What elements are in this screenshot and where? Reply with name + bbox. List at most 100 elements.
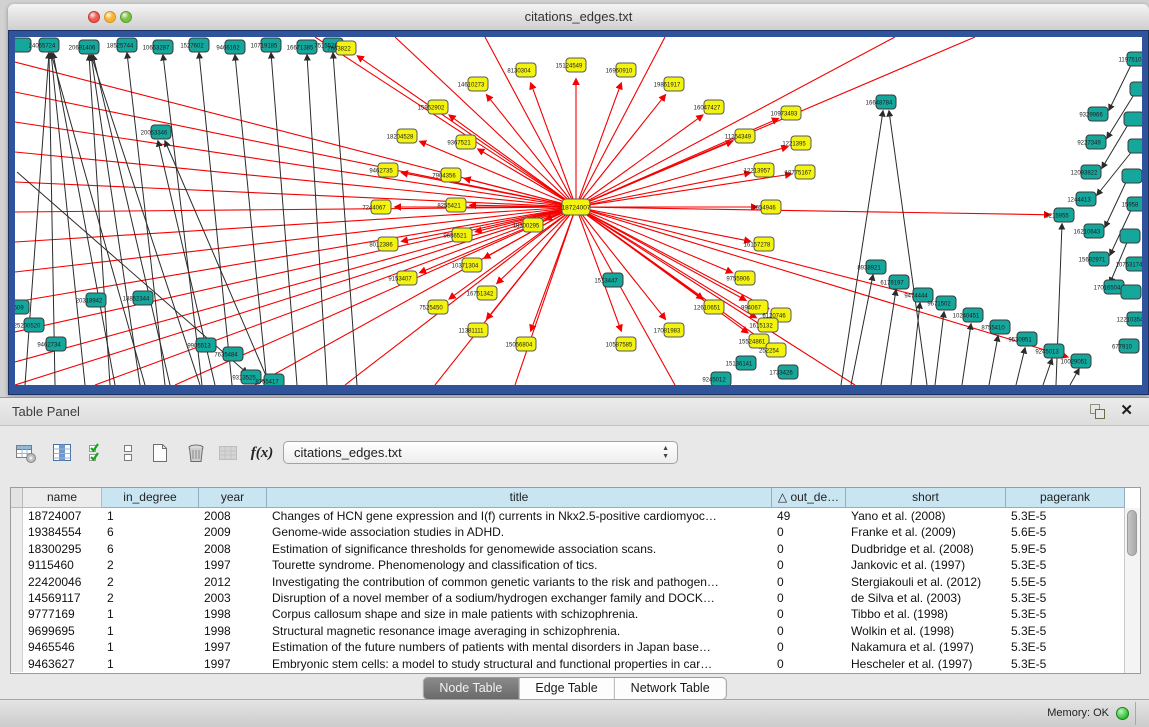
float-panel-icon[interactable] bbox=[1090, 404, 1105, 419]
graph-node[interactable] bbox=[1121, 285, 1141, 299]
import-table-icon[interactable] bbox=[214, 439, 242, 467]
table-row[interactable]: 1830029562008Estimation of significance … bbox=[11, 541, 1125, 557]
graph-node[interactable] bbox=[1122, 169, 1142, 183]
node-label: 18525744 bbox=[107, 43, 134, 49]
table-cell: 5.3E-5 bbox=[1006, 508, 1125, 524]
node-label: 10587585 bbox=[606, 342, 633, 348]
node-table: name in_degree year title △ out_de… shor… bbox=[10, 487, 1141, 674]
table-row[interactable]: 946554611997Estimation of the future num… bbox=[11, 639, 1125, 655]
table-settings-icon[interactable] bbox=[12, 439, 40, 467]
table-cell: 0 bbox=[772, 656, 846, 672]
table-cell: 1 bbox=[102, 508, 199, 524]
node-label: 10973493 bbox=[771, 111, 798, 117]
table-cell: 2 bbox=[102, 590, 199, 606]
node-label: 9153407 bbox=[388, 276, 412, 282]
node-label: 15692971 bbox=[1079, 257, 1106, 263]
node-label: 17016504 bbox=[1094, 285, 1121, 291]
table-cell: 9463627 bbox=[23, 656, 102, 672]
table-cell: 1997 bbox=[199, 639, 267, 655]
node-label: 17081983 bbox=[654, 328, 681, 334]
node-label: 10753174 bbox=[1116, 262, 1142, 268]
scrollbar-thumb[interactable] bbox=[1127, 510, 1137, 556]
node-label: 9329966 bbox=[1079, 112, 1103, 118]
table-scrollbar[interactable] bbox=[1124, 508, 1140, 673]
column-header-name[interactable]: name bbox=[23, 488, 102, 508]
table-row[interactable]: 1872400712008Changes of HCN gene express… bbox=[11, 508, 1125, 524]
sort-ascending-icon: △ bbox=[778, 490, 787, 504]
network-canvas[interactable]: 2405572420691406185257441065328715276029… bbox=[15, 37, 1142, 385]
table-cell: 2012 bbox=[199, 574, 267, 590]
node-label: 1513447 bbox=[594, 278, 618, 284]
table-cell: Investigating the contribution of common… bbox=[267, 574, 772, 590]
column-header-short[interactable]: short bbox=[846, 488, 1006, 508]
clear-selection-icon[interactable] bbox=[114, 439, 142, 467]
new-table-icon[interactable] bbox=[146, 439, 174, 467]
graph-node[interactable] bbox=[1130, 82, 1142, 96]
tab-edge-table[interactable]: Edge Table bbox=[518, 678, 613, 699]
row-strip bbox=[11, 656, 23, 672]
column-header-title[interactable]: title bbox=[267, 488, 772, 508]
table-cell: 1 bbox=[102, 606, 199, 622]
close-panel-icon[interactable]: ✕ bbox=[1120, 402, 1133, 420]
table-cell: Jankovic et al. (1997) bbox=[846, 557, 1006, 573]
node-label: 1615132 bbox=[749, 323, 773, 329]
row-header-strip bbox=[11, 488, 23, 508]
node-label: 9245013 bbox=[1035, 349, 1059, 355]
node-label: 12213957 bbox=[744, 168, 771, 174]
window-titlebar[interactable]: citations_edges.txt bbox=[8, 4, 1149, 31]
table-cell: 2008 bbox=[199, 541, 267, 557]
table-header-row: name in_degree year title △ out_de… shor… bbox=[11, 488, 1140, 508]
table-cell: 0 bbox=[772, 606, 846, 622]
table-row[interactable]: 977716911998Corpus callosum shape and si… bbox=[11, 606, 1125, 622]
table-row[interactable]: 969969511998Structural magnetic resonanc… bbox=[11, 623, 1125, 639]
table-cell: 1 bbox=[102, 656, 199, 672]
table-cell: Hescheler et al. (1997) bbox=[846, 656, 1006, 672]
node-label: 6179197 bbox=[880, 280, 904, 286]
table-cell: Genome-wide association studies in ADHD. bbox=[267, 524, 772, 540]
node-label: 10240451 bbox=[953, 313, 980, 319]
node-label: 18204528 bbox=[387, 134, 414, 140]
row-strip bbox=[11, 623, 23, 639]
table-panel: Table Panel ✕ f(x) citations_edges.txt bbox=[0, 397, 1149, 727]
table-row[interactable]: 2242004622012Investigating the contribut… bbox=[11, 574, 1125, 590]
table-cell: 2003 bbox=[199, 590, 267, 606]
node-label: 20053346 bbox=[141, 130, 168, 136]
graph-node[interactable] bbox=[1124, 112, 1142, 126]
node-label: 9245012 bbox=[702, 377, 726, 383]
show-columns-icon[interactable] bbox=[48, 439, 76, 467]
table-cell: 0 bbox=[772, 574, 846, 590]
table-type-tabs: Node Table Edge Table Network Table bbox=[422, 677, 726, 700]
table-cell: Tourette syndrome. Phenomenology and cla… bbox=[267, 557, 772, 573]
node-label: 9462734 bbox=[37, 342, 61, 348]
column-header-pagerank[interactable]: pagerank bbox=[1006, 488, 1125, 508]
table-row[interactable]: 1938455462009Genome-wide association stu… bbox=[11, 524, 1125, 540]
node-label: 15524861 bbox=[739, 339, 766, 345]
table-cell: de Silva et al. (2003) bbox=[846, 590, 1006, 606]
select-all-icon[interactable] bbox=[84, 439, 112, 467]
column-header-out-degree[interactable]: △ out_de… bbox=[772, 488, 846, 508]
node-label: 8012386 bbox=[369, 242, 393, 248]
column-header-year[interactable]: year bbox=[199, 488, 267, 508]
table-cell: Tibbo et al. (1998) bbox=[846, 606, 1006, 622]
graph-node[interactable] bbox=[1128, 139, 1142, 153]
network-view-frame: 2405572420691406185257441065328715276029… bbox=[8, 30, 1149, 395]
function-builder-icon[interactable]: f(x) bbox=[248, 439, 276, 467]
node-label: 12093822 bbox=[1071, 170, 1098, 176]
tab-network-table[interactable]: Network Table bbox=[614, 678, 726, 699]
node-label: 9905513 bbox=[187, 343, 211, 349]
table-cell: 1 bbox=[102, 639, 199, 655]
table-selector-dropdown[interactable]: citations_edges.txt ▲▼ bbox=[283, 441, 678, 464]
column-header-in-degree[interactable]: in_degree bbox=[102, 488, 199, 508]
table-cell: 49 bbox=[772, 508, 846, 524]
table-row[interactable]: 911546021997Tourette syndrome. Phenomeno… bbox=[11, 557, 1125, 573]
table-panel-title: Table Panel bbox=[12, 398, 80, 425]
dropdown-arrows-icon: ▲▼ bbox=[662, 445, 669, 461]
table-row[interactable]: 1456911722003Disruption of a novel membe… bbox=[11, 590, 1125, 606]
status-separator bbox=[1135, 702, 1136, 725]
node-label: 12210354 bbox=[1117, 317, 1142, 323]
table-cell: Estimation of the future numbers of pati… bbox=[267, 639, 772, 655]
graph-node[interactable] bbox=[1120, 229, 1140, 243]
delete-table-icon[interactable] bbox=[182, 439, 210, 467]
table-row[interactable]: 946362711997Embryonic stem cells: a mode… bbox=[11, 656, 1125, 672]
tab-node-table[interactable]: Node Table bbox=[423, 678, 518, 699]
